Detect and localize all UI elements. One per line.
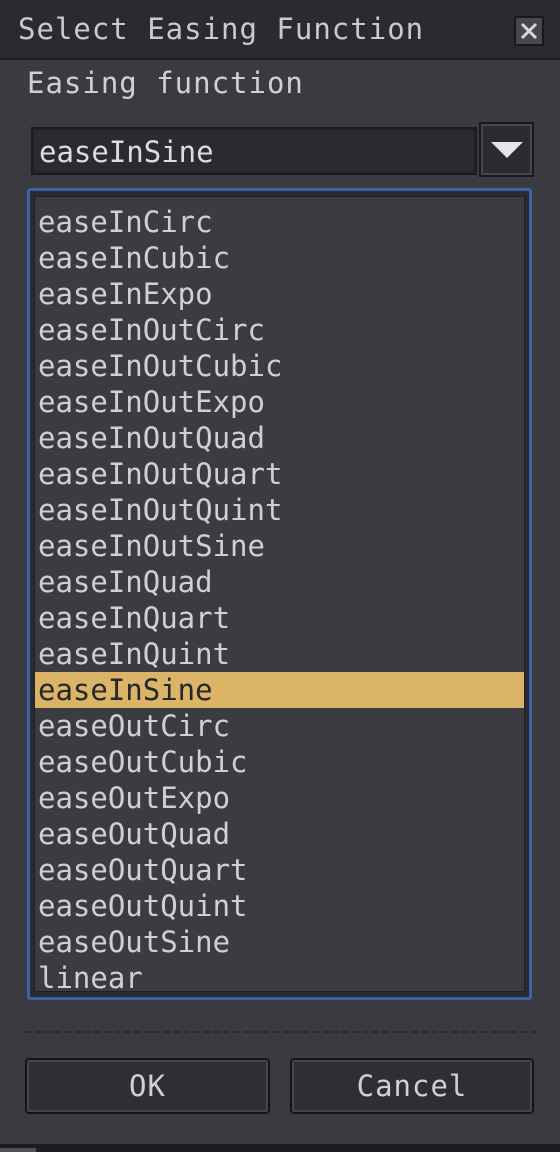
list-item[interactable]: easeOutSine [35,924,524,960]
easing-combo-field[interactable]: easeInSine [31,127,477,175]
list-item[interactable]: easeInOutCirc [35,312,524,348]
list-item[interactable]: easeInOutQuint [35,492,524,528]
list-item[interactable]: easeInExpo [35,276,524,312]
title-bar[interactable]: Select Easing Function [0,0,560,60]
dropdown-button[interactable] [479,122,534,177]
chevron-down-icon [490,141,523,158]
list-item[interactable]: easeInOutExpo [35,384,524,420]
list-item[interactable]: easeInOutQuad [35,420,524,456]
list-item[interactable]: easeOutCirc [35,708,524,744]
list-item[interactable]: easeInQuart [35,600,524,636]
cancel-button[interactable]: Cancel [290,1058,534,1114]
divider [25,1031,537,1033]
list-item[interactable]: easeInOutCubic [35,348,524,384]
list-item[interactable]: easeOutQuint [35,888,524,924]
list-item[interactable]: easeOutQuad [35,816,524,852]
easing-function-label: Easing function [27,66,304,100]
list-item[interactable]: easeInQuad [35,564,524,600]
combo-selected-value: easeInSine [39,135,214,169]
easing-list[interactable]: easeInCirc easeInCubic easeInExpo easeInOut… [27,188,532,1000]
list-item[interactable]: easeOutQuart [35,852,524,888]
list-item[interactable]: easeInOutSine [35,528,524,564]
close-icon [520,22,538,40]
easing-list-items: easeInCirc easeInCubic easeInExpo easeInOut… [34,196,525,992]
list-item[interactable]: easeInCubic [35,240,524,276]
list-item[interactable]: easeInCirc [35,204,524,240]
resize-grip[interactable] [0,1148,36,1152]
dialog-title: Select Easing Function [18,12,425,46]
ok-button[interactable]: OK [25,1058,270,1114]
list-item-selected[interactable]: easeInSine [35,672,524,708]
easing-dialog: Select Easing Function Easing function e… [0,0,560,1144]
list-item[interactable]: easeOutExpo [35,780,524,816]
list-item[interactable]: easeInOutQuart [35,456,524,492]
list-item[interactable]: linear [35,960,524,991]
list-item[interactable]: easeOutCubic [35,744,524,780]
footer-strip [0,1144,560,1152]
close-button[interactable] [514,16,544,46]
list-item[interactable]: easeInQuint [35,636,524,672]
